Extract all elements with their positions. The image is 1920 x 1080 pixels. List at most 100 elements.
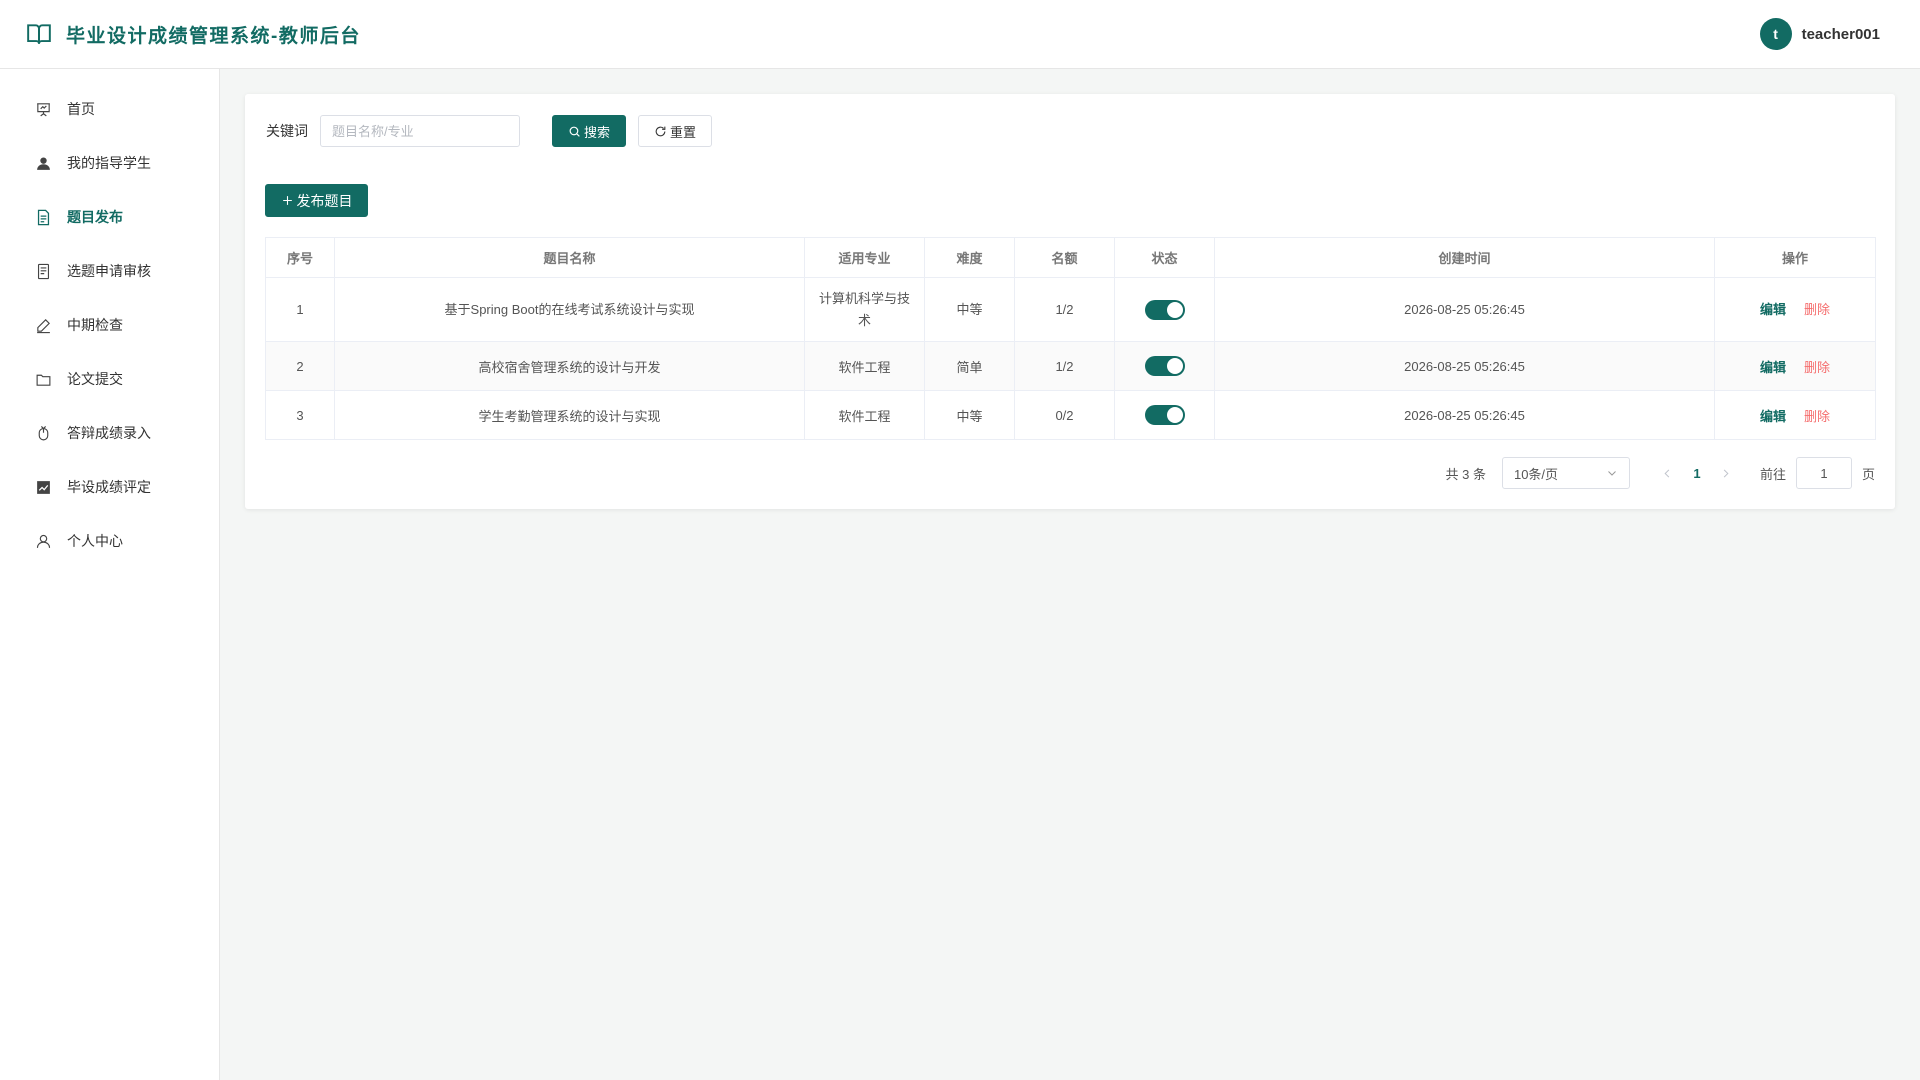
cell-status	[1114, 390, 1215, 440]
sidebar-item-my-students[interactable]: 我的指导学生	[0, 136, 219, 190]
table-row: 1 基于Spring Boot的在线考试系统设计与实现 计算机科学与技术 中等 …	[265, 277, 1876, 342]
edit-link[interactable]: 编辑	[1760, 302, 1786, 317]
cell-quota: 1/2	[1014, 341, 1115, 391]
reset-button[interactable]: 重置	[638, 115, 712, 147]
sidebar-item-label: 我的指导学生	[67, 155, 151, 171]
chart-icon	[37, 480, 50, 494]
table-row: 3 学生考勤管理系统的设计与实现 软件工程 中等 0/2 2026-08-25 …	[265, 390, 1876, 440]
cell-status	[1114, 341, 1215, 391]
presentation-icon	[37, 102, 50, 116]
reset-button-label: 重置	[669, 124, 696, 140]
cell-actions: 编辑 删除	[1714, 341, 1876, 391]
sidebar-item-final-grading[interactable]: 毕设成绩评定	[0, 460, 219, 514]
column-header-status: 状态	[1114, 237, 1215, 278]
column-header-created: 创建时间	[1214, 237, 1715, 278]
mouse-icon	[38, 425, 49, 440]
column-header-actions: 操作	[1714, 237, 1876, 278]
cell-difficulty: 中等	[924, 390, 1015, 440]
table-row: 2 高校宿舍管理系统的设计与开发 软件工程 简单 1/2 2026-08-25 …	[265, 341, 1876, 391]
sidebar-item-label: 个人中心	[67, 533, 123, 549]
brand: 毕业设计成绩管理系统-教师后台	[26, 21, 361, 48]
cell-no: 1	[265, 277, 335, 342]
next-page-button[interactable]	[1712, 468, 1740, 479]
edit-pen-icon	[37, 318, 50, 333]
sidebar-item-application-review[interactable]: 选题申请审核	[0, 244, 219, 298]
cell-created: 2026-08-25 05:26:45	[1214, 390, 1715, 440]
cell-difficulty: 中等	[924, 277, 1015, 342]
sidebar-item-label: 毕设成绩评定	[67, 479, 151, 495]
user-filled-icon	[37, 156, 50, 170]
table-header-row: 序号 题目名称 适用专业 难度 名额 状态 创建时间 操作	[265, 237, 1876, 278]
cell-title: 学生考勤管理系统的设计与实现	[334, 390, 805, 440]
document-icon	[37, 209, 50, 225]
sidebar-item-profile[interactable]: 个人中心	[0, 514, 219, 568]
chevron-left-icon	[1664, 468, 1670, 478]
goto-page-input[interactable]	[1795, 457, 1852, 489]
cell-difficulty: 简单	[924, 341, 1015, 391]
username[interactable]: teacher001	[1802, 26, 1880, 43]
goto-label: 前往	[1759, 466, 1786, 482]
chevron-right-icon	[1724, 468, 1729, 478]
status-toggle[interactable]	[1144, 405, 1185, 425]
cell-actions: 编辑 删除	[1714, 277, 1876, 342]
toggle-knob	[1166, 407, 1183, 423]
status-toggle[interactable]	[1144, 300, 1185, 321]
status-toggle[interactable]	[1144, 356, 1185, 376]
toggle-knob	[1166, 302, 1183, 319]
cell-title: 高校宿舍管理系统的设计与开发	[334, 341, 805, 391]
pagination: 共 3 条 10条/页 1 前往 页	[1446, 457, 1875, 489]
refresh-icon	[655, 126, 666, 136]
prev-page-button[interactable]	[1654, 468, 1682, 479]
column-header-title: 题目名称	[334, 237, 805, 278]
sidebar-item-midterm-check[interactable]: 中期检查	[0, 298, 219, 352]
sidebar-item-topic-publish[interactable]: 题目发布	[0, 190, 219, 244]
publish-topic-button[interactable]: 发布题目	[265, 184, 368, 217]
sidebar-item-label: 题目发布	[67, 209, 123, 225]
cell-no: 2	[265, 341, 335, 391]
sidebar-item-thesis-submit[interactable]: 论文提交	[0, 352, 219, 406]
page-size-select[interactable]: 10条/页	[1501, 457, 1630, 489]
sidebar: 首页 我的指导学生 题目发布 选题申请审核 中期检查 论文提交 答辩成绩录入 毕…	[0, 69, 220, 1080]
column-header-no: 序号	[265, 237, 335, 278]
user-icon	[36, 534, 51, 548]
delete-link[interactable]: 删除	[1804, 302, 1830, 317]
edit-link[interactable]: 编辑	[1760, 409, 1786, 424]
avatar[interactable]: t	[1759, 18, 1792, 50]
search-button[interactable]: 搜索	[552, 115, 626, 147]
cell-status	[1114, 277, 1215, 342]
chevron-down-icon	[1608, 471, 1616, 476]
topic-table: 序号 题目名称 适用专业 难度 名额 状态 创建时间 操作 1 基于Spring…	[265, 237, 1876, 440]
cell-no: 3	[265, 390, 335, 440]
column-header-quota: 名额	[1014, 237, 1115, 278]
search-button-label: 搜索	[583, 124, 610, 140]
column-header-difficulty: 难度	[924, 237, 1015, 278]
keyword-input[interactable]	[320, 115, 520, 147]
cell-created: 2026-08-25 05:26:45	[1214, 341, 1715, 391]
folder-icon	[36, 374, 51, 386]
keyword-label: 关键词	[266, 123, 308, 139]
sidebar-item-label: 论文提交	[67, 371, 123, 387]
user-menu[interactable]: t teacher001	[1759, 18, 1880, 50]
plus-icon	[282, 196, 292, 205]
cell-major: 软件工程	[804, 390, 925, 440]
sidebar-item-defense-score-entry[interactable]: 答辩成绩录入	[0, 406, 219, 460]
page-number-current[interactable]: 1	[1682, 466, 1712, 481]
sidebar-item-home[interactable]: 首页	[0, 82, 219, 136]
cell-actions: 编辑 删除	[1714, 390, 1876, 440]
edit-link[interactable]: 编辑	[1760, 360, 1786, 375]
book-icon	[27, 24, 51, 44]
document-list-icon	[37, 263, 50, 279]
page-size-value: 10条/页	[1513, 466, 1559, 482]
cell-major: 软件工程	[804, 341, 925, 391]
delete-link[interactable]: 删除	[1804, 360, 1830, 375]
toggle-knob	[1166, 358, 1183, 374]
sidebar-item-label: 首页	[67, 101, 95, 117]
cell-title: 基于Spring Boot的在线考试系统设计与实现	[334, 277, 805, 342]
search-bar: 关键词 搜索 重置	[266, 115, 712, 147]
cell-quota: 1/2	[1014, 277, 1115, 342]
top-header: 毕业设计成绩管理系统-教师后台 t teacher001	[0, 0, 1920, 69]
sidebar-item-label: 中期检查	[67, 317, 123, 333]
cell-major: 计算机科学与技术	[804, 277, 925, 342]
cell-quota: 0/2	[1014, 390, 1115, 440]
delete-link[interactable]: 删除	[1804, 409, 1830, 424]
